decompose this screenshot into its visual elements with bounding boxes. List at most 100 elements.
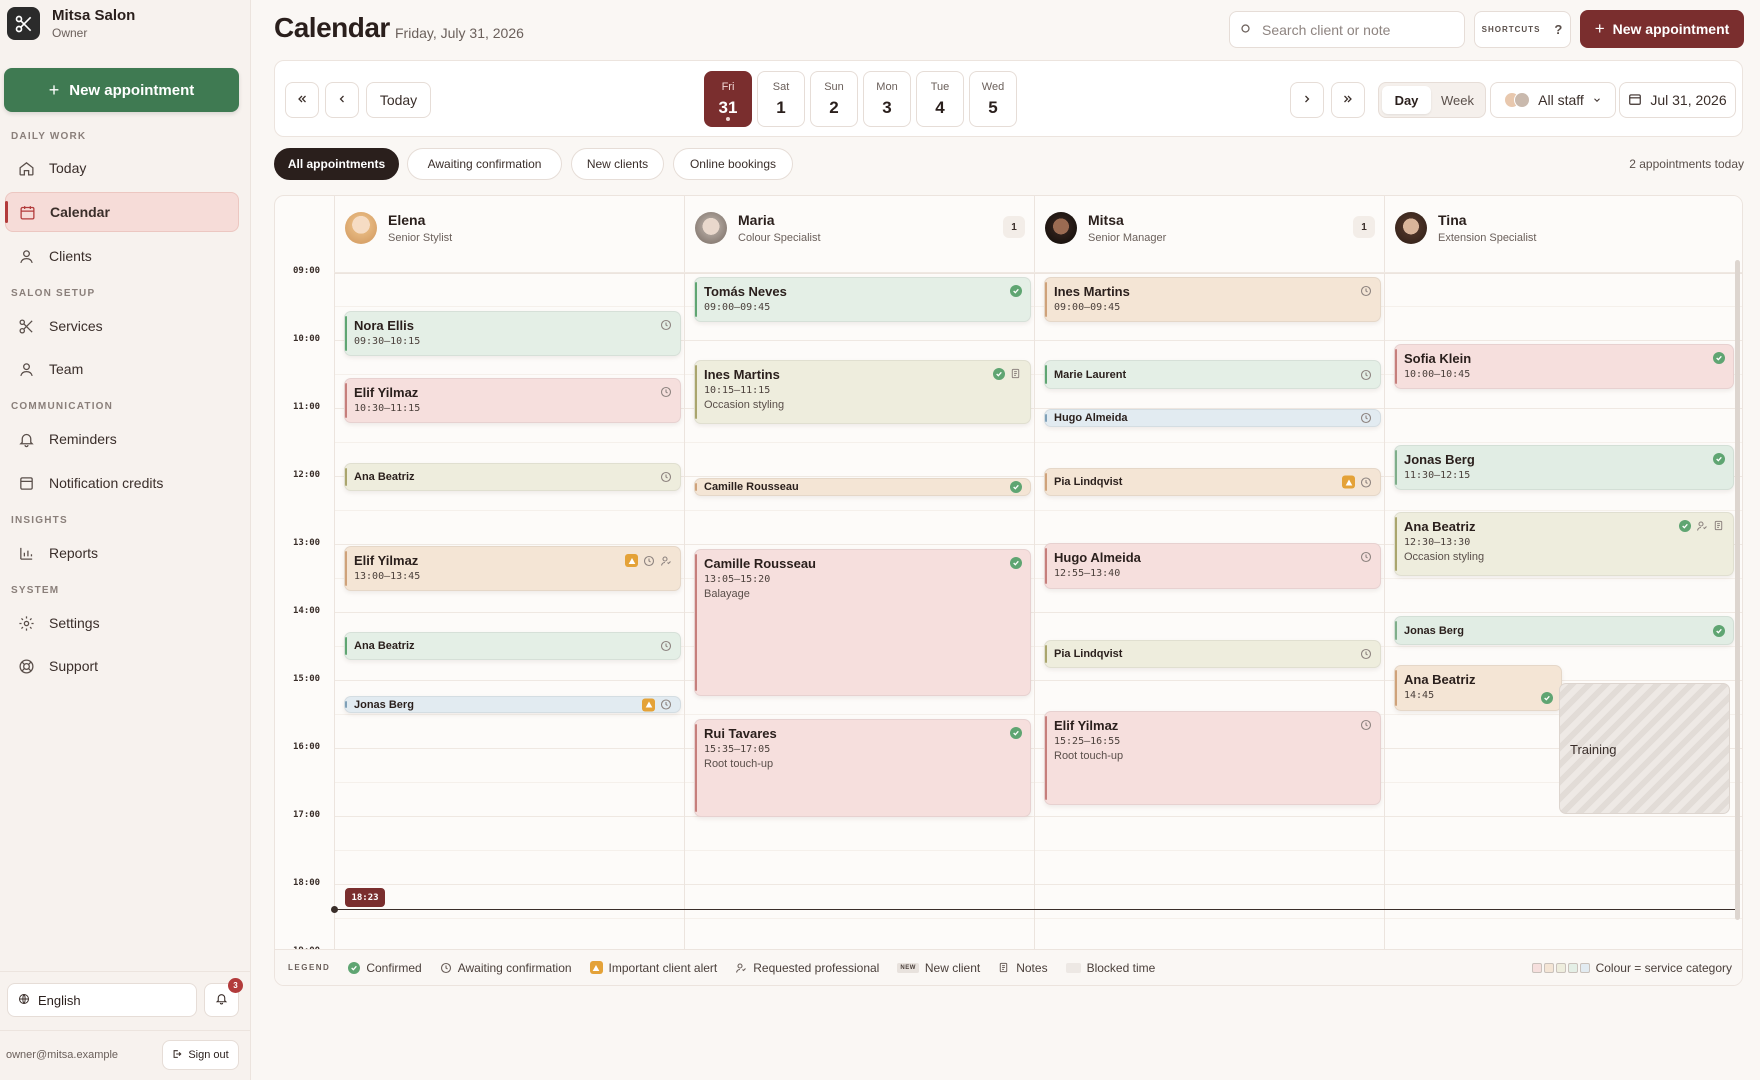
appointment-card[interactable]: Jonas Berg 11:30–12:15 — [1394, 445, 1734, 490]
client-name: Ana Beatriz — [1404, 519, 1476, 534]
owner-email: owner@mitsa.example — [6, 1049, 119, 1061]
sign-out-button[interactable]: Sign out — [162, 1040, 239, 1070]
time-label: 12:00 — [293, 470, 321, 480]
previous-day-button[interactable] — [325, 82, 359, 118]
filter-awaiting-confirmation[interactable]: Awaiting confirmation — [407, 148, 562, 180]
appointment-card[interactable]: Elif Yilmaz 10:30–11:15 — [344, 378, 681, 423]
time-label: 14:00 — [293, 606, 321, 616]
appointment-status-icons — [1713, 624, 1725, 637]
previous-week-button[interactable] — [285, 82, 319, 118]
sidebar-item-notification-credits[interactable]: Notification credits — [5, 463, 239, 503]
staff-filter-dropdown[interactable]: All staff — [1490, 82, 1616, 118]
sidebar-item-label: Calendar — [50, 204, 110, 220]
staff-column-mitsa[interactable]: Mitsa Senior Manager 1 — [1034, 196, 1384, 274]
check-circle-icon — [1713, 624, 1725, 637]
shortcuts-button[interactable]: SHORTCUTS ? — [1474, 11, 1571, 48]
legend-colour: Colour = service category — [1531, 961, 1732, 975]
appointment-card[interactable]: Rui Tavares 15:35–17:05 Root touch-up — [694, 719, 1031, 817]
appointment-card[interactable]: Ana Beatriz 14:45 — [1394, 665, 1562, 711]
staff-name: Mitsa — [1088, 212, 1124, 228]
legend-requested: Requested professional — [735, 961, 879, 975]
appointment-card[interactable]: Ines Martins 09:00–09:45 — [1044, 277, 1381, 322]
day-chip-tue-4[interactable]: Tue 4 — [916, 71, 964, 127]
blocked-time-training[interactable]: Training — [1559, 683, 1730, 814]
new-appointment-label: New appointment — [1612, 21, 1730, 37]
plus-icon: + — [48, 79, 60, 100]
legend-label: Confirmed — [366, 960, 422, 975]
view-week-tab[interactable]: Week — [1433, 86, 1482, 114]
appointment-card[interactable]: Hugo Almeida — [1044, 409, 1381, 427]
day-chip-sat-1[interactable]: Sat 1 — [757, 71, 805, 127]
appointment-status-icons — [660, 319, 672, 331]
check-circle-icon — [1541, 692, 1553, 704]
sidebar-item-reports[interactable]: Reports — [5, 533, 239, 573]
appointment-status-icons — [1360, 369, 1372, 381]
appointment-card[interactable]: Ana Beatriz 12:30–13:30 Occasion styling — [1394, 512, 1734, 576]
chevron-left-icon — [336, 92, 348, 108]
filter-online-bookings[interactable]: Online bookings — [673, 148, 793, 180]
appointment-card[interactable]: Marie Laurent — [1044, 360, 1381, 389]
day-chip-mon-3[interactable]: Mon 3 — [863, 71, 911, 127]
avatar — [1395, 212, 1427, 244]
next-week-button[interactable] — [1331, 82, 1365, 118]
legend-label: Requested professional — [753, 960, 880, 975]
appointment-card[interactable]: Jonas Berg — [1394, 616, 1734, 645]
appointment-card[interactable]: Ana Beatriz — [344, 632, 681, 660]
appointment-status-icons — [1360, 412, 1372, 424]
appointment-card[interactable]: Camille Rousseau — [694, 478, 1031, 496]
bell-icon — [215, 992, 228, 1008]
time-label: 15:00 — [293, 674, 321, 684]
appointment-card[interactable]: Nora Ellis 09:30–10:15 — [344, 311, 681, 356]
language-selector[interactable]: English — [7, 983, 197, 1017]
day-chip-wed-5[interactable]: Wed 5 — [969, 71, 1017, 127]
appointment-card[interactable]: Elif Yilmaz 15:25–16:55 Root touch-up — [1044, 711, 1381, 805]
sidebar-item-support[interactable]: Support — [5, 646, 239, 686]
sidebar-item-calendar[interactable]: Calendar — [5, 192, 239, 232]
scrollbar[interactable] — [1735, 260, 1740, 920]
appointment-time: 09:30–10:15 — [354, 336, 421, 347]
today-button[interactable]: Today — [366, 82, 431, 118]
appointment-card[interactable]: Jonas Berg — [344, 696, 681, 713]
client-name: Camille Rousseau — [704, 556, 816, 571]
sidebar-item-reminders[interactable]: Reminders — [5, 419, 239, 459]
sidebar-item-label: Support — [49, 658, 99, 674]
filter-new-clients[interactable]: New clients — [571, 148, 664, 180]
appointment-card[interactable]: Ines Martins 10:15–11:15 Occasion styling — [694, 360, 1031, 424]
sidebar-new-appointment-button[interactable]: + New appointment — [4, 68, 239, 112]
appointment-card[interactable]: Ana Beatriz — [344, 463, 681, 491]
time-label: 11:00 — [293, 402, 321, 412]
check-circle-icon — [993, 368, 1005, 380]
appointment-card[interactable]: Elif Yilmaz 13:00–13:45 — [344, 546, 681, 591]
new-appointment-button[interactable]: + New appointment — [1580, 10, 1744, 48]
sidebar-item-label: Reminders — [49, 431, 117, 447]
view-day-tab[interactable]: Day — [1382, 86, 1431, 114]
staff-column-tina[interactable]: Tina Extension Specialist — [1384, 196, 1742, 274]
appointment-card[interactable]: Hugo Almeida 12:55–13:40 — [1044, 543, 1381, 589]
date-picker-button[interactable]: Jul 31, 2026 — [1619, 82, 1736, 118]
sidebar-item-settings[interactable]: Settings — [5, 603, 239, 643]
next-day-button[interactable] — [1290, 82, 1324, 118]
appointment-status-icons — [1360, 551, 1372, 563]
sidebar-item-services[interactable]: Services — [5, 306, 239, 346]
staff-column-elena[interactable]: Elena Senior Stylist — [334, 196, 684, 274]
notes-icon — [998, 962, 1010, 974]
sidebar-item-team[interactable]: Team — [5, 349, 239, 389]
shortcuts-label: SHORTCUTS — [1481, 25, 1541, 34]
appointment-card[interactable]: Sofia Klein 10:00–10:45 — [1394, 344, 1734, 389]
staff-name: Elena — [388, 212, 426, 228]
appointment-card[interactable]: Pia Lindqvist — [1044, 640, 1381, 668]
day-chip-sun-2[interactable]: Sun 2 — [810, 71, 858, 127]
appointment-card[interactable]: Pia Lindqvist — [1044, 468, 1381, 496]
staff-column-maria[interactable]: Maria Colour Specialist 1 — [684, 196, 1034, 274]
sidebar-item-clients[interactable]: Clients — [5, 236, 239, 276]
day-name: Fri — [721, 80, 735, 93]
appointment-card[interactable]: Tomás Neves 09:00–09:45 — [694, 277, 1031, 322]
appointment-card[interactable]: Camille Rousseau 13:05–15:20 Balayage — [694, 549, 1031, 696]
filter-all-appointments[interactable]: All appointments — [274, 148, 399, 180]
search-input[interactable]: Search client or note — [1229, 11, 1465, 48]
notifications-button[interactable]: 3 — [204, 978, 243, 1017]
sidebar-item-today[interactable]: Today — [5, 148, 239, 188]
clock-icon — [1360, 412, 1372, 424]
day-chip-fri-31[interactable]: Fri 31 — [704, 71, 752, 127]
day-number: 3 — [882, 97, 892, 117]
